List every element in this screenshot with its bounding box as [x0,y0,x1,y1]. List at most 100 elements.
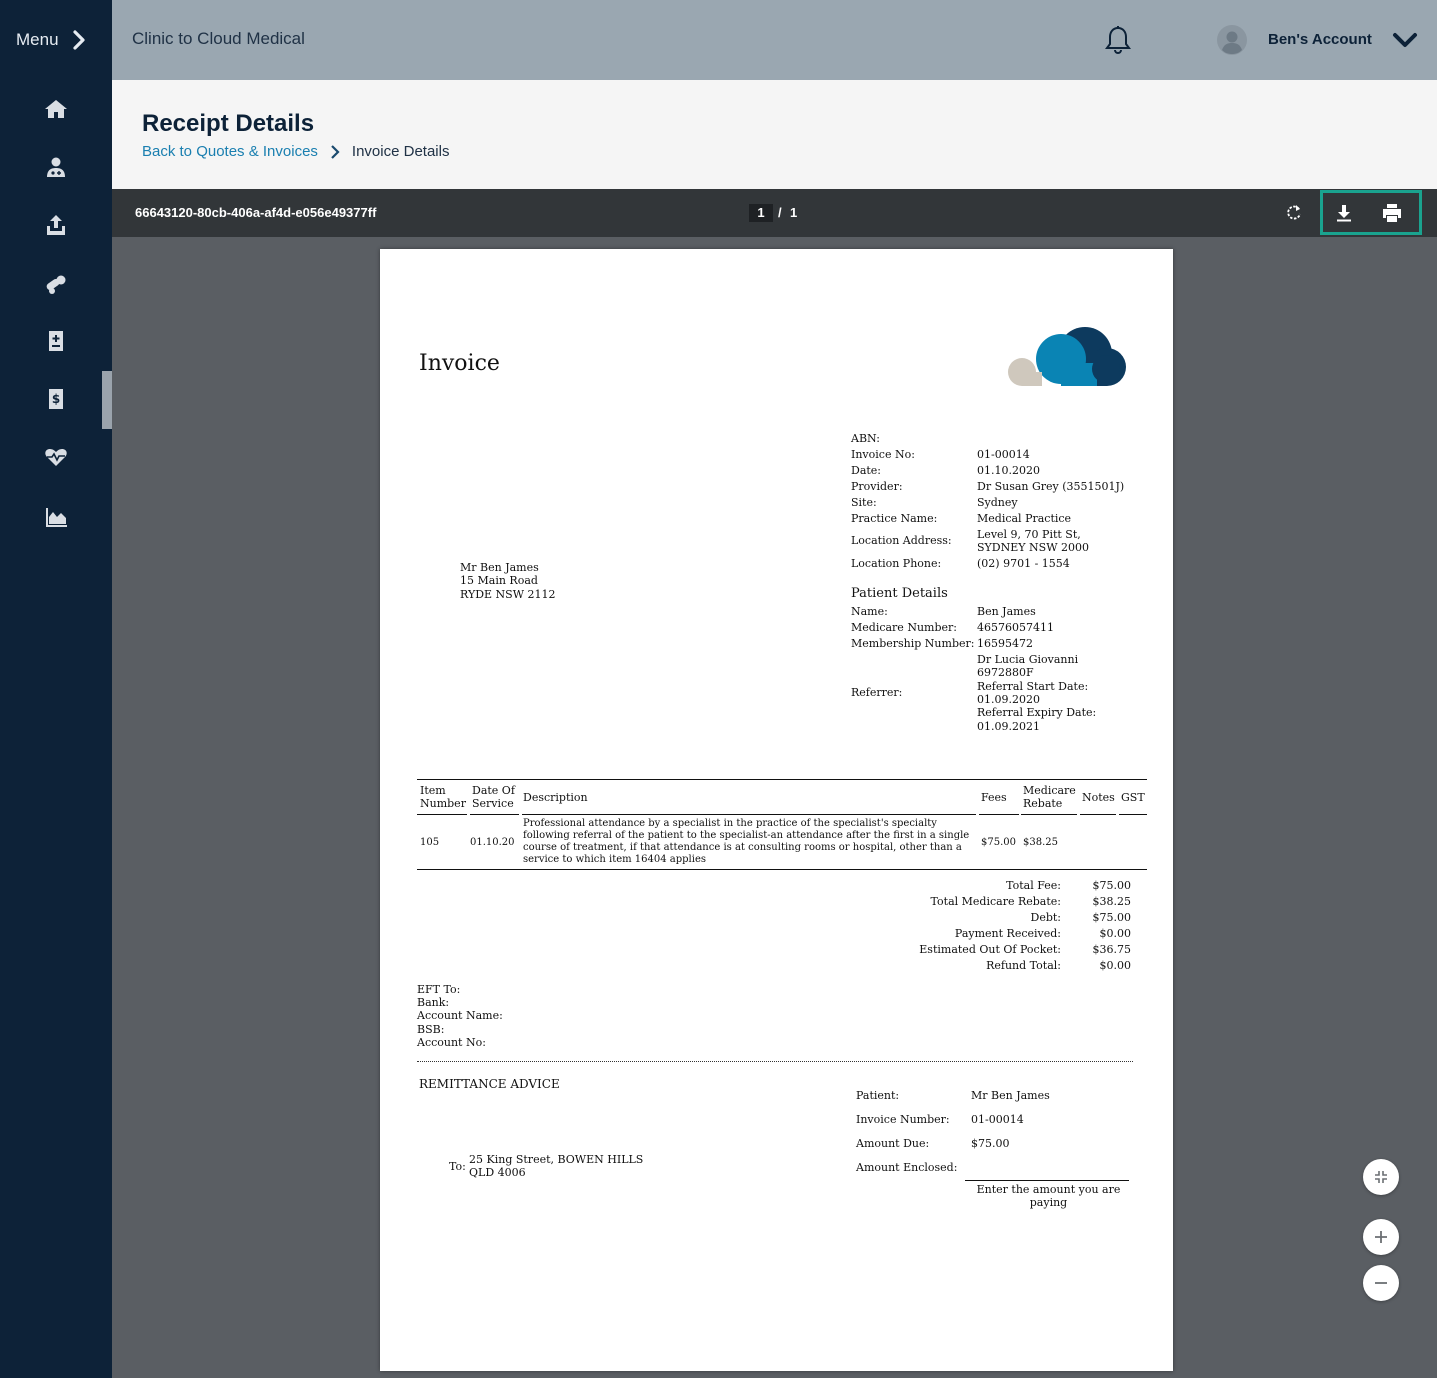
area-chart-icon [46,508,67,527]
out-of-pocket-label: Estimated Out Of Pocket: [919,943,1061,956]
row-description-line: service to which item 16404 applies [523,854,707,865]
invoice-dollar-icon: $ [49,389,63,409]
membership-number-value: 16595472 [977,637,1033,650]
remit-enclosed-label: Amount Enclosed: [856,1161,958,1174]
top-bar: Clinic to Cloud Medical Ben's Account [112,0,1437,80]
account-name-label: Account Name: [417,1009,503,1022]
payment-received-value: $0.00 [1099,927,1132,940]
rotate-icon[interactable] [1284,203,1304,223]
total-fee-value: $75.00 [1092,879,1132,892]
location-phone-value: (02) 9701 - 1554 [977,557,1070,570]
date-value: 01.10.2020 [977,464,1040,477]
header-medicare-rebate: Rebate [1023,797,1063,810]
location-address-line1: Level 9, 70 Pitt St, [977,528,1081,541]
zoom-in-button[interactable] [1363,1219,1399,1255]
header-underline [1021,814,1077,815]
refund-total-value: $0.00 [1099,959,1132,972]
remit-invoice-value: 01-00014 [971,1113,1024,1126]
referrer-label: Referrer: [851,686,903,699]
remit-to-line: 25 King Street, BOWEN HILLS [469,1153,644,1166]
header-underline [417,814,467,815]
current-page-input[interactable]: 1 [749,204,773,222]
patient-name-label: Name: [851,605,888,618]
invoice-no-label: Invoice No: [851,448,915,461]
nav-health[interactable] [0,429,112,485]
header-underline [979,814,1019,815]
provider-value: Dr Susan Grey (3551501J) [977,480,1125,493]
payment-received-label: Payment Received: [954,927,1061,940]
location-address-line2: SYDNEY NSW 2000 [977,541,1089,554]
address-line: 15 Main Road [460,574,538,587]
user-avatar-icon[interactable] [1216,24,1248,56]
breadcrumb-current: Invoice Details [351,143,450,160]
out-of-pocket-value: $36.75 [1092,943,1132,956]
remit-patient-value: Mr Ben James [971,1089,1050,1102]
header-underline [470,814,519,815]
fit-page-button[interactable] [1363,1159,1399,1195]
pdf-toolbar: 66643120-80cb-406a-af4d-e056e49377ff 1 /… [112,189,1437,237]
doctor-icon [47,157,65,177]
table-top-rule [417,779,1147,780]
download-icon [1337,205,1351,222]
medical-record-icon [49,331,63,351]
row-date: 01.10.20 [470,837,515,848]
medicare-number-label: Medicare Number: [851,621,957,634]
upload-icon [47,215,65,235]
nav-medical-records[interactable] [0,313,112,369]
minus-icon [1375,1282,1387,1284]
amount-hint-line: Enter the amount you are [976,1183,1121,1196]
nav-invoices[interactable]: $ [0,371,112,429]
referrer-line: 01.09.2020 [977,693,1040,706]
print-button[interactable] [1380,201,1404,225]
shrink-icon [1375,1171,1387,1183]
chevron-right-icon [331,144,340,159]
header-item-number: Number [420,797,466,810]
app-title: Clinic to Cloud Medical [132,29,305,48]
row-medicare-rebate: $38.25 [1023,837,1058,848]
patient-details-heading: Patient Details [851,586,948,601]
page-title: Receipt Details [142,110,315,137]
row-description-line: following referral of the patient to the… [523,830,970,841]
membership-number-label: Membership Number: [851,637,975,650]
provider-label: Provider: [851,480,903,493]
referrer-line: Referral Start Date: [977,680,1089,693]
nav-upload[interactable] [0,197,112,253]
nav-reports[interactable] [0,489,112,545]
patient-name-value: Ben James [977,605,1036,618]
nav-medications[interactable] [0,256,112,312]
account-menu-label[interactable]: Ben's Account [1268,31,1372,48]
breadcrumb-back-link[interactable]: Back to Quotes & Invoices [142,143,318,160]
debt-value: $75.00 [1092,911,1132,924]
header-fees: Fees [981,791,1007,804]
referrer-line: 01.09.2021 [977,720,1040,733]
menu-toggle[interactable]: Menu [0,0,112,80]
nav-doctor[interactable] [0,139,112,195]
abn-label: ABN: [851,432,880,445]
header-gst: GST [1121,791,1145,804]
total-fee-label: Total Fee: [1006,879,1061,892]
row-fees: $75.00 [981,837,1016,848]
location-phone-label: Location Phone: [851,557,942,570]
remittance-heading: REMITTANCE ADVICE [419,1077,560,1091]
header-underline [522,814,976,815]
header-description: Description [523,791,588,804]
invoice-heading: Invoice [419,351,500,376]
notification-bell-icon[interactable] [1102,24,1134,56]
zoom-out-button[interactable] [1363,1265,1399,1301]
invoice-no-value: 01-00014 [977,448,1030,461]
total-rebate-label: Total Medicare Rebate: [930,895,1061,908]
chevron-down-icon[interactable] [1392,30,1418,50]
amount-enclosed-line [965,1180,1129,1181]
pills-icon [46,275,66,294]
nav-home[interactable] [0,81,112,137]
row-description-line: Professional attendance by a specialist … [523,818,937,829]
remit-due-value: $75.00 [971,1137,1010,1150]
page-header: Receipt Details Back to Quotes & Invoice… [112,80,1437,189]
header-underline [1080,814,1116,815]
home-icon [45,100,67,118]
download-button[interactable] [1332,201,1356,225]
remit-to-label: To: [449,1160,466,1173]
total-rebate-value: $38.25 [1092,895,1132,908]
heartbeat-icon [45,449,67,466]
sidebar: Menu $ [0,0,112,1378]
